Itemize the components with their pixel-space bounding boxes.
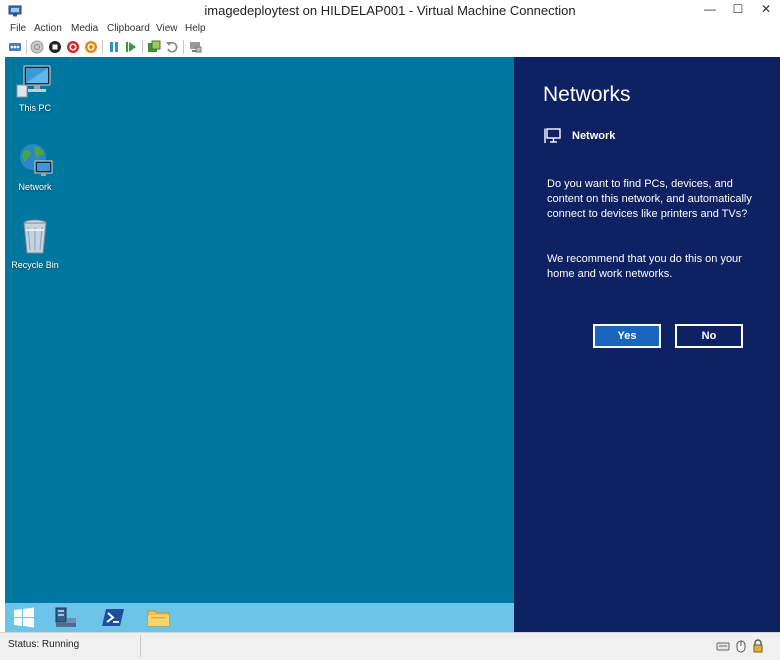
menu-file[interactable]: File <box>10 23 26 34</box>
desktop-icon-recycle-bin[interactable]: Recycle Bin <box>5 218 65 270</box>
ctrl-alt-del-icon[interactable] <box>8 40 22 54</box>
enhanced-session-icon[interactable] <box>188 40 202 54</box>
desktop-icon-label: Network <box>18 182 52 192</box>
menu-bar: File Action Media Clipboard View Help <box>0 22 780 38</box>
mouse-capture-icon <box>736 640 746 653</box>
save-icon[interactable] <box>84 40 98 54</box>
window-title: imagedeploytest on HILDELAP001 - Virtual… <box>204 3 576 18</box>
vm-desktop[interactable]: This PC Network Recycle Bin <box>5 57 514 632</box>
status-separator <box>140 635 141 657</box>
reset-icon[interactable] <box>124 40 138 54</box>
menu-media[interactable]: Media <box>71 23 98 34</box>
windows-start-icon[interactable] <box>11 606 37 629</box>
desktop-icon-label: Recycle Bin <box>11 260 59 270</box>
computer-icon <box>16 65 51 98</box>
network-globe-icon <box>20 144 53 176</box>
recycle-bin-icon <box>23 219 47 254</box>
revert-icon[interactable] <box>165 40 179 54</box>
start-icon[interactable] <box>30 40 44 54</box>
toolbar <box>0 38 780 56</box>
no-button[interactable]: No <box>675 324 743 348</box>
shut-down-icon[interactable] <box>66 40 80 54</box>
toolbar-separator <box>26 40 27 54</box>
menu-clipboard[interactable]: Clipboard <box>107 23 150 34</box>
desktop-icon-label: This PC <box>18 103 51 113</box>
close-button[interactable]: ✕ <box>752 0 780 20</box>
server-manager-icon[interactable] <box>53 606 79 629</box>
desktop-icon-this-pc[interactable]: This PC <box>5 63 65 113</box>
powershell-icon[interactable] <box>100 606 126 629</box>
yes-button[interactable]: Yes <box>593 324 661 348</box>
vm-status-text: Status: Running <box>8 639 80 650</box>
menu-view[interactable]: View <box>156 23 178 34</box>
toolbar-separator <box>142 40 143 54</box>
network-name: Network <box>572 130 616 142</box>
pause-icon[interactable] <box>107 40 121 54</box>
menu-action[interactable]: Action <box>34 23 62 34</box>
toolbar-separator <box>183 40 184 54</box>
turn-off-icon[interactable] <box>48 40 62 54</box>
window-titlebar[interactable]: imagedeploytest on HILDELAP001 - Virtual… <box>0 0 780 22</box>
keyboard-icon <box>716 642 730 651</box>
checkpoint-icon[interactable] <box>147 40 161 54</box>
network-recommendation: We recommend that you do this on your ho… <box>547 253 742 280</box>
minimize-button[interactable]: — <box>696 0 724 20</box>
vm-taskbar <box>5 603 514 632</box>
file-explorer-icon[interactable] <box>146 606 172 629</box>
toolbar-separator <box>102 40 103 54</box>
network-discovery-question: Do you want to find PCs, devices, and co… <box>547 178 752 220</box>
lock-icon <box>753 639 763 653</box>
charm-title: Networks <box>543 83 631 106</box>
maximize-button[interactable]: ☐ <box>724 0 752 20</box>
desktop-icon-network[interactable]: Network <box>5 140 65 192</box>
status-bar: Status: Running <box>0 632 780 660</box>
wired-network-icon <box>544 128 561 143</box>
networks-charm-panel: Networks Network Do you want to find PCs… <box>514 57 780 632</box>
menu-help[interactable]: Help <box>185 23 206 34</box>
